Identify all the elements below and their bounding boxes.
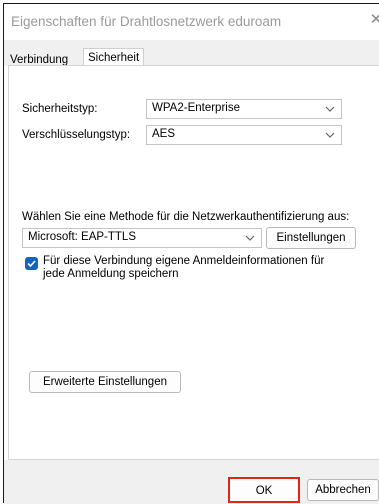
title-bar: Eigenschaften für Drahtlosnetzwerk eduro…	[4, 4, 379, 40]
close-icon[interactable]: ✕	[368, 11, 379, 29]
chevron-down-icon	[245, 235, 255, 241]
encryption-type-dropdown[interactable]: AES	[146, 125, 342, 145]
advanced-settings-button[interactable]: Erweiterte Einstellungen	[29, 371, 181, 393]
security-type-label: Sicherheitstyp:	[22, 103, 98, 115]
remember-credentials-checkbox[interactable]	[25, 257, 38, 270]
auth-method-prompt: Wählen Sie eine Methode für die Netzwerk…	[22, 211, 350, 223]
remember-credentials-label-line1: Für diese Verbindung eigene Anmeldeinfor…	[43, 255, 325, 267]
auth-method-dropdown[interactable]: Microsoft: EAP-TTLS	[22, 228, 262, 248]
dialog-footer: OK Abbrechen	[4, 460, 379, 504]
wireless-properties-dialog: Eigenschaften für Drahtlosnetzwerk eduro…	[3, 3, 379, 504]
chevron-down-icon	[325, 106, 335, 112]
cancel-button[interactable]: Abbrechen	[307, 479, 379, 501]
window-title: Eigenschaften für Drahtlosnetzwerk eduro…	[11, 14, 282, 29]
remember-credentials-label-line2: jede Anmeldung speichern	[43, 268, 179, 280]
chevron-down-icon	[325, 132, 335, 138]
auth-method-value: Microsoft: EAP-TTLS	[28, 231, 136, 243]
encryption-type-label: Verschlüsselungstyp:	[22, 129, 131, 141]
auth-settings-button[interactable]: Einstellungen	[266, 227, 356, 249]
tab-strip: Verbindung Sicherheit	[4, 40, 379, 69]
encryption-type-value: AES	[152, 128, 176, 140]
security-type-dropdown[interactable]: WPA2-Enterprise	[146, 99, 342, 119]
ok-button[interactable]: OK	[228, 477, 300, 503]
security-tab-panel: Sicherheitstyp: WPA2-Enterprise Verschlü…	[8, 65, 379, 460]
checkmark-icon	[27, 260, 36, 268]
security-type-value: WPA2-Enterprise	[152, 102, 240, 114]
